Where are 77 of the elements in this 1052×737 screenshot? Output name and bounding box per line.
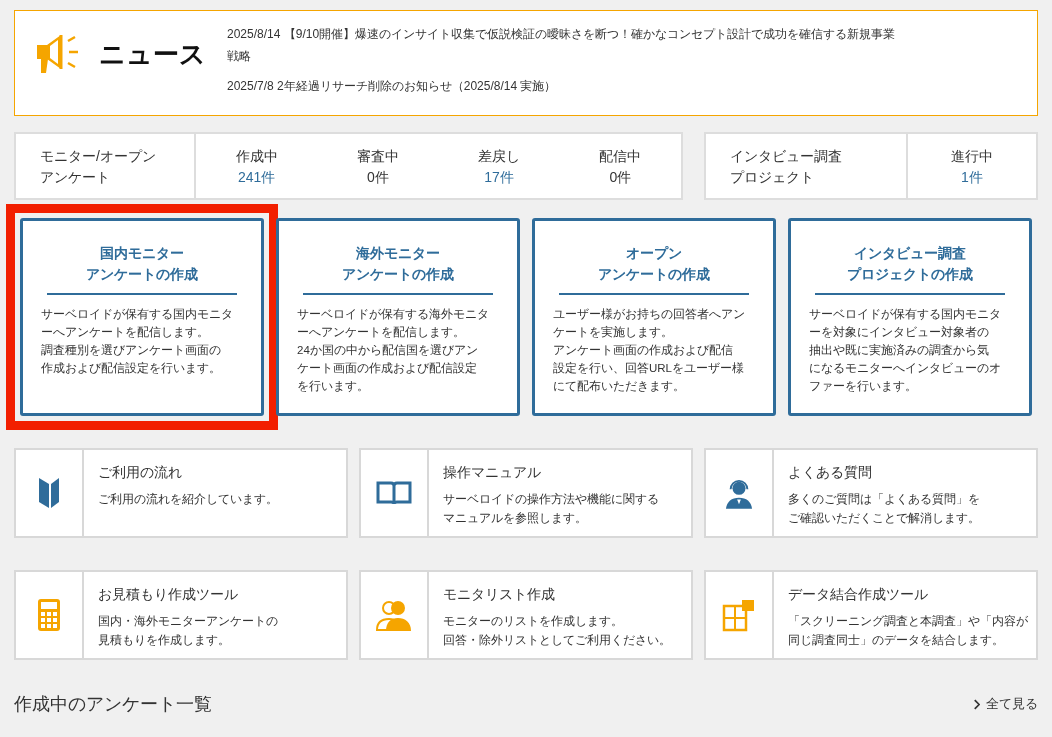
link-title: お見積もり作成ツール [98,585,239,604]
link-card[interactable]: 操作マニュアル サーベロイドの操作方法や機能に関する マニュアルを参照します。 [359,448,693,538]
card-title: 国内モニター [100,244,184,263]
stats-label: プロジェクト [730,168,814,187]
create-card[interactable]: 国内モニター アンケートの作成 サーベロイドが保有する国内モニタ ーへアンケートを配信します。 調査種別を選びアンケート画面の 作成および配信設定を行います。 [20,218,264,416]
link-description: ご利用の流れを紹介しています。 [98,491,278,508]
status-label: 進行中 [951,147,993,166]
news-item[interactable]: 2025/8/14 【9/10開催】爆速のインサイト収集で仮説検証の曖昧さを断つ！確かなコンセプト設計で成功を確信する新規事業戦略 [227,23,907,67]
link-description: サーベロイドの操作方法や機能に関する [443,491,659,508]
card-description: 作成および配信設定を行います。 [41,361,221,376]
count-text: 0件 [366,168,389,187]
card-title: アンケートの作成 [342,265,454,284]
count-link[interactable]: 17件 [484,167,514,188]
card-title: インタビュー調査 [854,244,966,263]
calculator-icon [37,598,61,632]
link-description: 同じ調査同士」のデータを結合します。 [788,632,1004,649]
card-description: になるモニターへインタビューのオ [809,361,1001,377]
link-title: モニタリスト作成 [443,585,556,604]
card-description: ーへアンケートを配信します。 [297,325,465,340]
card-description: 24か国の中から配信国を選びアン [297,343,478,358]
card-title: アンケートの作成 [86,265,198,284]
link-description: モニターのリストを作成します。 [443,613,623,630]
link-description: ご確認いただくことで解消します。 [788,510,980,527]
count-text: 0件 [609,168,632,187]
news-heading: ニュース [99,38,206,71]
section-heading: 作成中のアンケート一覧 [14,693,212,716]
see-all-link[interactable]: 全て見る [973,695,1038,713]
stats-label: モニター/オープン [40,147,156,166]
link-description: 「スクリーニング調査と本調査」や「内容が [788,613,1028,630]
link-title: データ結合作成ツール [788,585,929,604]
link-card[interactable]: お見積もり作成ツール 国内・海外モニターアンケートの 見積もりを作成します。 [14,570,348,660]
stats-label: アンケート [40,168,110,187]
card-description: ケート画面の作成および配信設定 [297,361,477,376]
link-card[interactable]: データ結合作成ツール 「スクリーニング調査と本調査」や「内容が 同じ調査同士」のデータを結合します。 [704,570,1038,660]
card-title: プロジェクトの作成 [847,265,973,284]
link-description: 回答・除外リストとしてご利用ください。 [443,632,671,649]
card-description: 調査種別を選びアンケート画面の [41,343,221,358]
link-title: よくある質問 [788,463,873,482]
link-title: ご利用の流れ [98,463,183,482]
card-description: サーベロイドが保有する国内モニタ [41,307,233,322]
link-card[interactable]: よくある質問 多くのご質問は「よくある質問」を ご確認いただくことで解消します。 [704,448,1038,538]
card-description: ーへアンケートを配信します。 [41,325,209,340]
card-title: 海外モニター [356,244,440,263]
card-title: オープン [626,244,682,263]
card-description: ーを対象にインタビュー対象者の [809,325,989,340]
create-card[interactable]: 海外モニター アンケートの作成 サーベロイドが保有する海外モニタ ーへアンケートを配信します。 24か国の中から配信国を選びアン ケート画面の作成および配信設定 を行います。 [276,218,520,416]
link-description: 国内・海外モニターアンケートの [98,613,278,630]
create-card[interactable]: オープン アンケートの作成 ユーザー様がお持ちの回答者へアン ケートを実施します。 アンケート画面の作成および配信 設定を行い、回答URLをユーザー様 にて配布いただきます。 [532,218,776,416]
link-description: 見積もりを作成します。 [98,632,230,649]
status-label: 差戻し [478,147,521,166]
link-card[interactable]: ご利用の流れ ご利用の流れを紹介しています。 [14,448,348,538]
card-description: アンケート画面の作成および配信 [553,343,733,358]
status-label: 作成中 [235,147,278,166]
people-icon [376,598,412,632]
status-label: 配信中 [599,147,642,166]
card-description: 設定を行い、回答URLをユーザー様 [553,361,744,376]
card-description: ケートを実施します。 [553,325,673,340]
link-title: 操作マニュアル [443,463,542,482]
card-description: ユーザー様がお持ちの回答者へアン [553,307,745,322]
create-card[interactable]: インタビュー調査 プロジェクトの作成 サーベロイドが保有する国内モニタ ーを対象にインタビュー対象者の 抽出や既に実施済みの調査から気 になるモニターへインタビューのオ ファーを行います。 [788,218,1032,416]
card-description: ファーを行います。 [809,379,917,394]
link-description: 多くのご質問は「よくある質問」を [788,491,980,508]
card-title: アンケートの作成 [598,265,710,284]
card-description: サーベロイドが保有する海外モニタ [297,307,489,322]
chevron-icon [973,698,980,710]
stats-label: インタビュー調査 [730,147,842,166]
card-description: にて配布いただきます。 [553,379,685,394]
count-link[interactable]: 241件 [237,167,276,188]
card-description: を行います。 [297,379,369,394]
card-description: 抽出や既に実施済みの調査から気 [809,343,989,358]
count-link[interactable]: 1件 [961,167,983,188]
status-label: 審査中 [356,147,399,166]
news-item[interactable]: 2025/7/8 2年経過リサーチ削除のお知らせ（2025/8/14 実施） [227,75,907,97]
link-card[interactable]: モニタリスト作成 モニターのリストを作成します。 回答・除外リストとしてご利用ください。 [359,570,693,660]
leaf-icon [36,476,62,510]
link-description: マニュアルを参照します。 [443,510,587,527]
card-description: サーベロイドが保有する国内モニタ [809,307,1001,322]
